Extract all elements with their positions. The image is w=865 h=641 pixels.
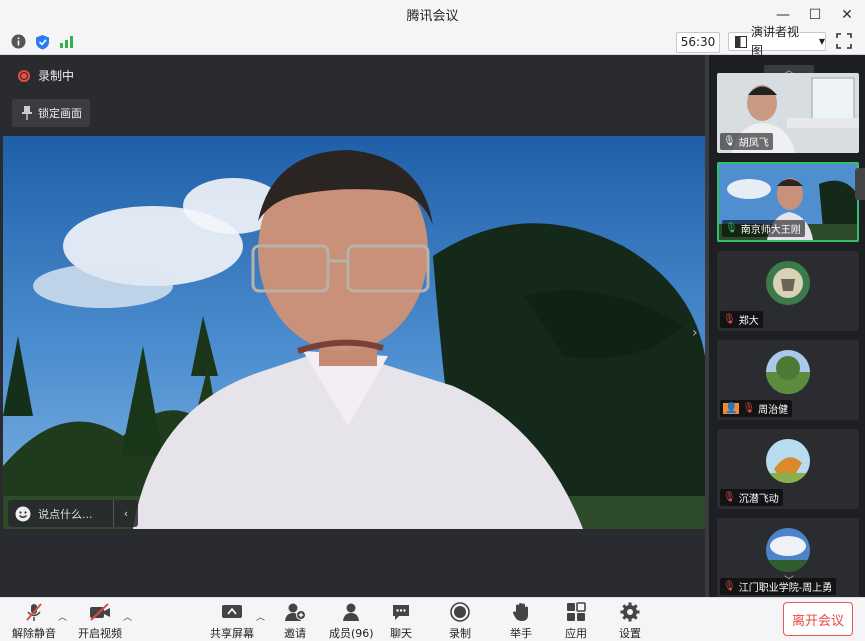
main-stage: 录制中 锁定画面 说点什么... ‹ › [0,55,705,597]
chat-icon [391,601,411,623]
close-icon[interactable]: ✕ [839,7,855,23]
record-icon [450,601,470,623]
members-label: 成员(96) [329,627,374,640]
apps-label: 应用 [565,627,587,640]
settings-label: 设置 [619,627,641,640]
chevron-down-icon: ▼ [818,37,825,46]
title-bar: 腾讯会议 — ☐ ✕ [0,0,865,29]
meeting-status-bar: 56:30 演讲者视图 ▼ [0,25,865,58]
invite-label: 邀请 [284,627,306,640]
participant-name: 郑大 [738,316,759,327]
raise-hand-button[interactable]: 举手 [510,601,532,641]
add-user-icon [284,601,306,623]
participant-tile[interactable]: 🎙 沉潜飞动 [717,429,859,509]
window-title: 腾讯会议 [406,9,459,24]
security-shield-icon[interactable] [34,33,51,50]
microphone-muted-icon [24,601,44,623]
start-video-button[interactable]: 开启视频 [78,601,122,641]
unmute-label: 解除静音 [12,627,56,640]
participant-sidebar: ︿ 🎙 胡凤飞 🎙 南京师大王刚 🎙 郑大 👤 🎙 周治健 🎙 沉潜飞动 🎙 江… [705,55,865,598]
meeting-toolbar: 解除静音 ︿ 开启视频 ︿ 共享屏幕 ︿ 邀请 成员(96) 聊天 录制 举手 … [0,597,865,641]
leave-meeting-button[interactable]: 离开会议 [783,602,853,636]
participant-name: 周治健 [758,405,789,416]
host-badge-icon: 👤 [723,403,740,414]
participant-tile[interactable]: 🎙 南京师大王刚 [717,162,859,242]
record-dot-icon [18,69,30,82]
microphone-muted-icon: 🎙 [742,403,756,414]
members-icon [340,601,362,623]
layout-icon [735,35,747,48]
scroll-down-button[interactable]: ﹀ [764,572,814,587]
chevron-left-icon[interactable]: ‹ [113,500,138,527]
recording-label: 录制中 [38,69,75,83]
video-options-caret-icon[interactable]: ︿ [123,610,132,623]
view-mode-dropdown[interactable]: 演讲者视图 ▼ [728,25,826,58]
settings-button[interactable]: 设置 [619,601,641,641]
mic-options-caret-icon[interactable]: ︿ [58,610,67,623]
microphone-icon: 🎙 [723,136,736,147]
share-options-caret-icon[interactable]: ︿ [256,610,265,623]
avatar [766,439,810,483]
network-signal-icon[interactable] [58,33,75,50]
participant-name-tag: 🎙 郑大 [720,311,763,328]
participant-tile[interactable]: 🎙 胡凤飞 [717,73,859,153]
chevron-right-icon[interactable]: › [692,325,698,341]
participant-name-tag: 👤 🎙 周治健 [720,400,793,417]
participant-tile[interactable]: 👤 🎙 周治健 [717,340,859,420]
microphone-muted-icon: 🎙 [723,492,736,503]
microphone-active-icon: 🎙 [725,223,738,234]
avatar [766,528,810,572]
microphone-muted-icon: 🎙 [723,581,736,592]
participant-name: 沉潜飞动 [738,494,779,505]
speaker-video [3,136,705,529]
emoji-icon[interactable] [8,506,38,522]
participant-name-tag: 🎙 沉潜飞动 [720,489,783,506]
avatar [766,350,810,394]
participant-name: 胡凤飞 [738,138,769,149]
share-screen-icon [221,601,243,623]
apps-grid-icon [566,601,586,623]
share-screen-button[interactable]: 共享屏幕 [210,601,254,641]
gear-icon [620,601,640,623]
info-icon[interactable] [10,33,27,50]
meeting-timer: 56:30 [676,32,720,53]
participant-tile[interactable]: 🎙 郑大 [717,251,859,331]
start-video-label: 开启视频 [78,627,122,640]
record-button[interactable]: 录制 [449,601,471,641]
share-screen-label: 共享屏幕 [210,627,254,640]
recording-indicator: 录制中 [18,67,74,84]
participant-name-tag: 🎙 南京师大王刚 [722,220,805,237]
lock-view-label: 锁定画面 [38,107,82,120]
hand-icon [512,601,530,623]
sidebar-collapse-handle[interactable] [855,168,865,200]
members-button[interactable]: 成员(96) [329,601,374,641]
microphone-muted-icon: 🎙 [723,314,736,325]
pin-icon [22,106,32,120]
participant-name-tag: 🎙 胡凤飞 [720,133,773,150]
lock-view-button[interactable]: 锁定画面 [12,99,90,127]
minimize-icon[interactable]: — [775,7,791,23]
chat-input-box[interactable]: 说点什么... ‹ [8,500,138,527]
camera-off-icon [89,601,111,623]
participant-name: 南京师大王刚 [740,225,801,236]
chat-placeholder: 说点什么... [38,507,93,521]
avatar [766,261,810,305]
invite-button[interactable]: 邀请 [284,601,306,641]
chat-label: 聊天 [390,627,412,640]
fullscreen-icon[interactable] [836,33,854,51]
record-label: 录制 [449,627,471,640]
apps-button[interactable]: 应用 [565,601,587,641]
maximize-icon[interactable]: ☐ [807,7,823,23]
chat-button[interactable]: 聊天 [390,601,412,641]
raise-hand-label: 举手 [510,627,532,640]
unmute-button[interactable]: 解除静音 [12,601,56,641]
